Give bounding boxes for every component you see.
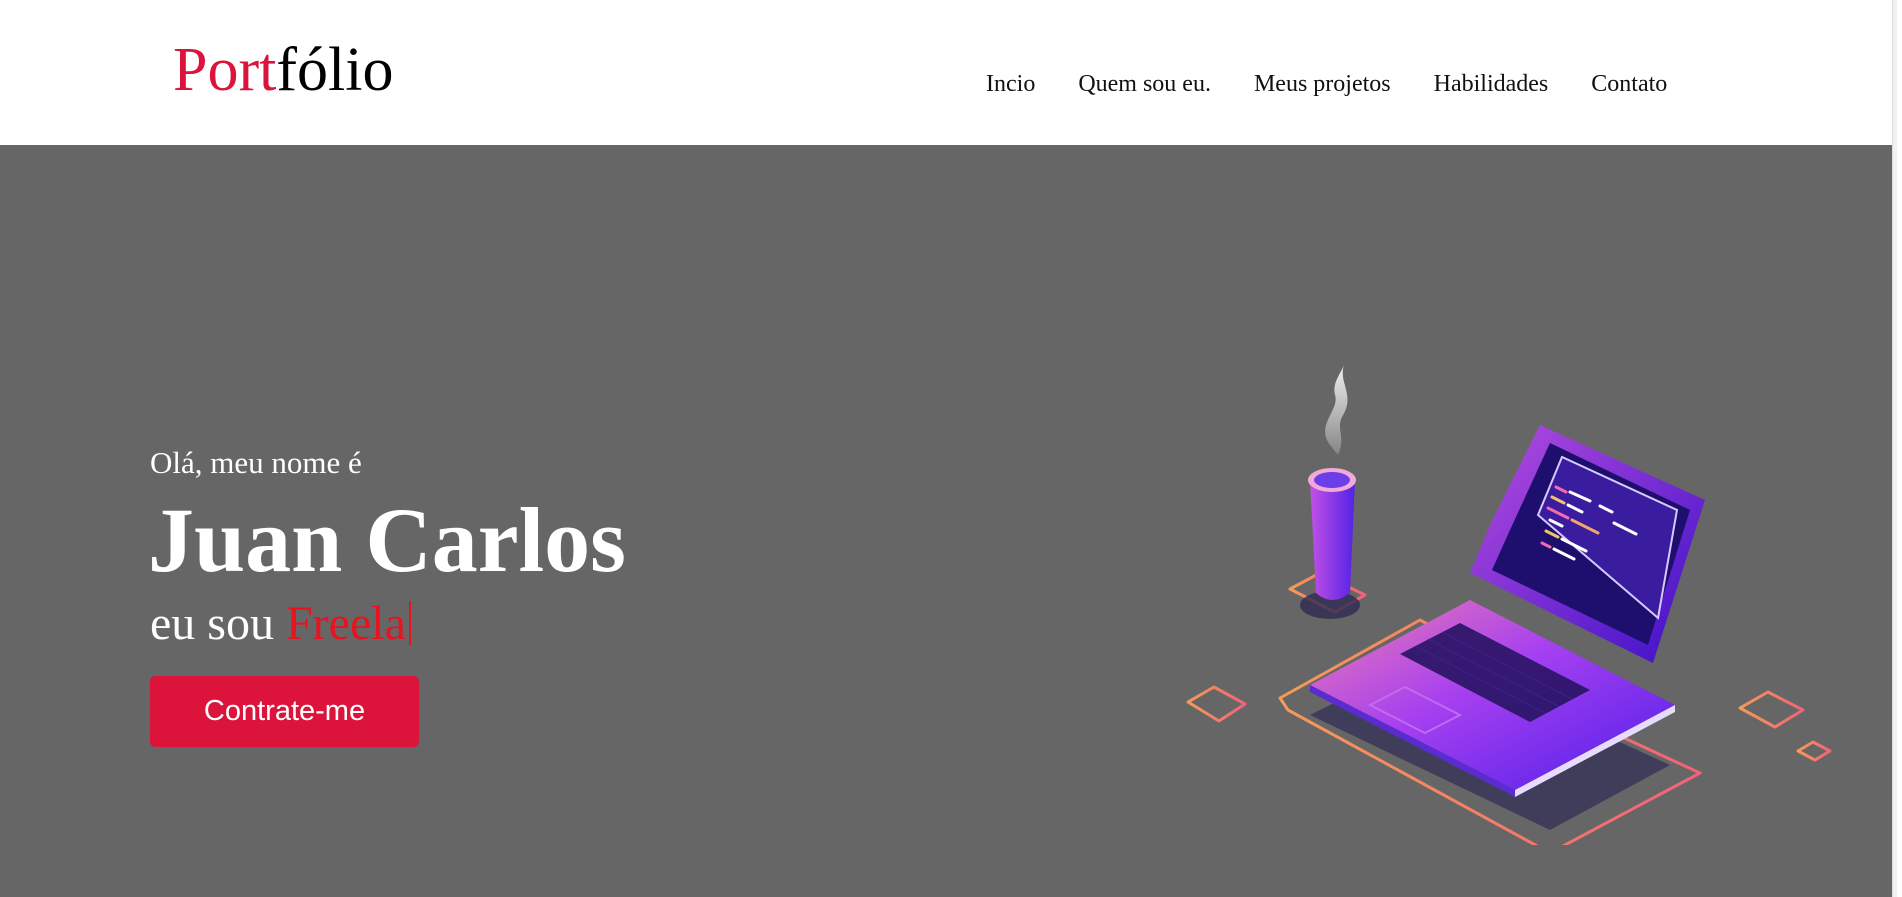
diamond-outline-small <box>1796 740 1832 762</box>
diamond-outline-left <box>1186 685 1247 723</box>
nav-link-habilidades[interactable]: Habilidades <box>1434 68 1549 100</box>
hire-me-button[interactable]: Contrate-me <box>150 676 419 747</box>
site-header: Portfólio Incio Quem sou eu. Meus projet… <box>0 0 1897 145</box>
nav-link-inicio[interactable]: Incio <box>986 68 1035 100</box>
nav-link-meus-projetos[interactable]: Meus projetos <box>1254 68 1391 100</box>
diamond-outline-right <box>1738 690 1805 729</box>
nav-link-contato[interactable]: Contato <box>1591 68 1667 100</box>
hero-name: Juan Carlos <box>148 489 626 591</box>
typing-caret <box>408 601 411 645</box>
main-nav: Incio Quem sou eu. Meus projetos Habilid… <box>986 68 1667 100</box>
laptop-coffee-illustration <box>1186 365 1832 845</box>
steam <box>1325 365 1348 455</box>
coffee-cup <box>1310 480 1355 600</box>
logo-accent: Port <box>173 36 277 104</box>
hero-role-typed: Freela <box>285 597 406 650</box>
logo[interactable]: Portfólio <box>173 35 393 105</box>
page: Portfólio Incio Quem sou eu. Meus projet… <box>0 0 1897 897</box>
hero-greeting: Olá, meu nome é <box>150 445 362 480</box>
hero-role: eu sou Freela <box>150 597 411 651</box>
nav-link-quem-sou-eu[interactable]: Quem sou eu. <box>1078 68 1211 100</box>
hero-role-prefix: eu sou <box>150 597 274 650</box>
cup-top <box>1314 472 1350 488</box>
hero-section: Olá, meu nome é Juan Carlos eu sou Freel… <box>0 145 1897 897</box>
logo-rest: fólio <box>276 36 394 104</box>
scrollbar[interactable] <box>1892 0 1897 897</box>
